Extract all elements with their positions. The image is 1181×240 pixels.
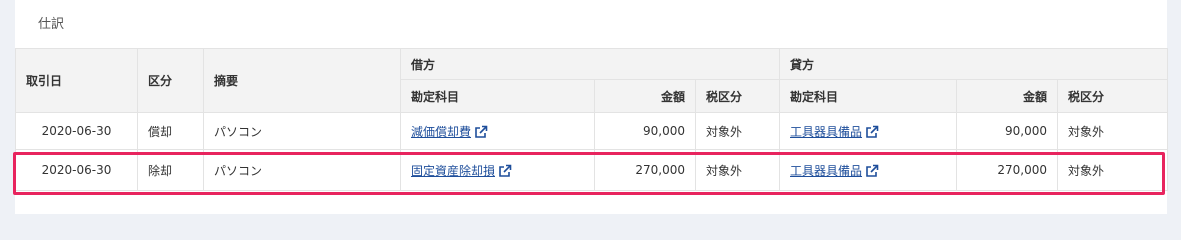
header-credit-account: 勘定科目 <box>779 79 958 113</box>
header-debit: 借方 <box>399 48 781 80</box>
debit-account-link[interactable]: 固定資産除却損 <box>411 164 495 178</box>
header-debit-tax: 税区分 <box>694 79 781 113</box>
credit-account-link[interactable]: 工具器具備品 <box>790 164 862 178</box>
header-debit-account: 勘定科目 <box>400 79 595 113</box>
row-debit-tax: 対象外 <box>694 149 781 191</box>
panel-title: 仕訳 <box>38 17 65 32</box>
row-credit-account-cell: 工具器具備品 <box>779 149 958 191</box>
row-credit-amount: 90,000 <box>956 112 1059 150</box>
header-credit-amount: 金額 <box>956 79 1059 113</box>
row-credit-tax: 対象外 <box>1057 112 1169 150</box>
row-debit-amount: 90,000 <box>594 112 696 150</box>
row-credit-account-cell: 工具器具備品 <box>779 112 958 150</box>
row-category: 除却 <box>137 149 204 191</box>
row-debit-amount: 270,000 <box>594 149 696 191</box>
row-debit-tax: 対象外 <box>694 112 781 150</box>
table-row: 2020-06-30 除却 パソコン 固定資産除却損 270,000 対象外 工… <box>15 149 1169 191</box>
header-date: 取引日 <box>15 48 138 113</box>
header-credit: 貸方 <box>779 48 1169 80</box>
row-date: 2020-06-30 <box>15 112 138 150</box>
header-category: 区分 <box>137 48 204 113</box>
external-link-icon[interactable] <box>498 164 512 178</box>
debit-account-link[interactable]: 減価償却費 <box>411 125 471 139</box>
header-debit-amount: 金額 <box>594 79 696 113</box>
journal-panel: 仕訳 取引日 区分 摘要 借方 貸方 勘定科目 金額 税区分 勘定科目 金額 税… <box>15 0 1169 214</box>
header-credit-tax: 税区分 <box>1057 79 1169 113</box>
row-date: 2020-06-30 <box>15 149 138 191</box>
row-credit-tax: 対象外 <box>1057 149 1169 191</box>
external-link-icon[interactable] <box>865 125 879 139</box>
header-row-1: 取引日 区分 摘要 借方 貸方 <box>15 48 1169 113</box>
header-summary: 摘要 <box>203 48 401 113</box>
row-debit-account-cell: 固定資産除却損 <box>400 149 595 191</box>
external-link-icon[interactable] <box>865 164 879 178</box>
table-row: 2020-06-30 償却 パソコン 減価償却費 90,000 対象外 工具器具… <box>15 112 1169 150</box>
row-credit-amount: 270,000 <box>956 149 1059 191</box>
row-debit-account-cell: 減価償却費 <box>400 112 595 150</box>
external-link-icon[interactable] <box>474 125 488 139</box>
row-summary: パソコン <box>203 112 401 150</box>
journal-table: 取引日 区分 摘要 借方 貸方 勘定科目 金額 税区分 勘定科目 金額 税区分 … <box>15 48 1169 191</box>
credit-account-link[interactable]: 工具器具備品 <box>790 125 862 139</box>
row-summary: パソコン <box>203 149 401 191</box>
row-category: 償却 <box>137 112 204 150</box>
